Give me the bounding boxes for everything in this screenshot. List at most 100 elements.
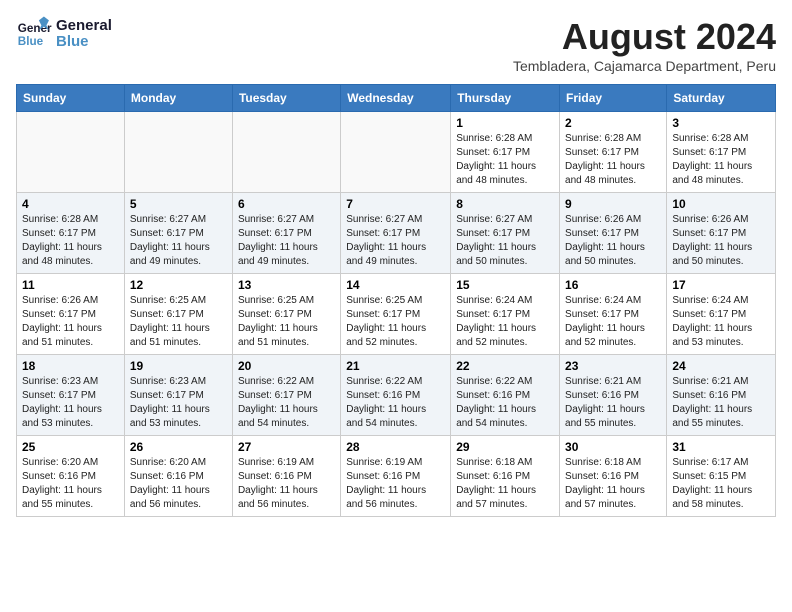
day-number: 27 <box>238 440 335 454</box>
day-info: Sunrise: 6:21 AM Sunset: 6:16 PM Dayligh… <box>565 375 661 431</box>
day-info: Sunrise: 6:23 AM Sunset: 6:17 PM Dayligh… <box>22 375 119 431</box>
day-number: 25 <box>22 440 119 454</box>
main-title: August 2024 <box>513 16 776 58</box>
calendar-table: SundayMondayTuesdayWednesdayThursdayFrid… <box>16 84 776 517</box>
title-area: August 2024 Tembladera, Cajamarca Depart… <box>513 16 776 74</box>
day-info: Sunrise: 6:25 AM Sunset: 6:17 PM Dayligh… <box>238 294 335 350</box>
calendar-cell: 18 Sunrise: 6:23 AM Sunset: 6:17 PM Dayli… <box>17 355 125 436</box>
calendar-cell: 29Sunrise: 6:18 AM Sunset: 6:16 PM Dayli… <box>451 436 560 517</box>
calendar-cell: 5Sunrise: 6:27 AM Sunset: 6:17 PM Daylig… <box>124 193 232 274</box>
day-info: Sunrise: 6:17 AM Sunset: 6:15 PM Dayligh… <box>672 456 770 512</box>
calendar-cell: 2 Sunrise: 6:28 AM Sunset: 6:17 PM Daylig… <box>560 112 667 193</box>
logo: General Blue General Blue <box>16 16 112 52</box>
day-number: 11 <box>22 278 119 292</box>
day-info: Sunrise: 6:22 AM Sunset: 6:16 PM Dayligh… <box>346 375 445 431</box>
column-header-friday: Friday <box>560 85 667 112</box>
calendar-cell: 27 Sunrise: 6:19 AM Sunset: 6:16 PM Dayli… <box>232 436 340 517</box>
calendar-week-row: 11 Sunrise: 6:26 AM Sunset: 6:17 PM Dayli… <box>17 274 776 355</box>
day-info: Sunrise: 6:22 AM Sunset: 6:17 PM Dayligh… <box>238 375 335 431</box>
calendar-cell: 4Sunrise: 6:28 AM Sunset: 6:17 PM Daylig… <box>17 193 125 274</box>
day-number: 24 <box>672 359 770 373</box>
calendar-cell: 20Sunrise: 6:22 AM Sunset: 6:17 PM Dayli… <box>232 355 340 436</box>
day-number: 4 <box>22 197 119 211</box>
day-number: 12 <box>130 278 227 292</box>
day-number: 21 <box>346 359 445 373</box>
day-number: 23 <box>565 359 661 373</box>
svg-text:Blue: Blue <box>18 35 44 48</box>
calendar-cell: 23 Sunrise: 6:21 AM Sunset: 6:16 PM Dayli… <box>560 355 667 436</box>
day-number: 29 <box>456 440 554 454</box>
day-number: 28 <box>346 440 445 454</box>
day-info: Sunrise: 6:28 AM Sunset: 6:17 PM Dayligh… <box>565 132 661 188</box>
calendar-cell: 24 Sunrise: 6:21 AM Sunset: 6:16 PM Dayli… <box>667 355 776 436</box>
day-number: 19 <box>130 359 227 373</box>
day-info: Sunrise: 6:24 AM Sunset: 6:17 PM Dayligh… <box>456 294 554 350</box>
calendar-cell: 14Sunrise: 6:25 AM Sunset: 6:17 PM Dayli… <box>341 274 451 355</box>
subtitle: Tembladera, Cajamarca Department, Peru <box>513 58 776 74</box>
column-header-tuesday: Tuesday <box>232 85 340 112</box>
day-number: 30 <box>565 440 661 454</box>
day-number: 8 <box>456 197 554 211</box>
calendar-cell: 26 Sunrise: 6:20 AM Sunset: 6:16 PM Dayli… <box>124 436 232 517</box>
day-number: 31 <box>672 440 770 454</box>
day-number: 18 <box>22 359 119 373</box>
day-info: Sunrise: 6:19 AM Sunset: 6:16 PM Dayligh… <box>238 456 335 512</box>
day-info: Sunrise: 6:28 AM Sunset: 6:17 PM Dayligh… <box>672 132 770 188</box>
day-info: Sunrise: 6:20 AM Sunset: 6:16 PM Dayligh… <box>22 456 119 512</box>
day-number: 17 <box>672 278 770 292</box>
calendar-cell: 19 Sunrise: 6:23 AM Sunset: 6:17 PM Dayli… <box>124 355 232 436</box>
calendar-cell: 15 Sunrise: 6:24 AM Sunset: 6:17 PM Dayli… <box>451 274 560 355</box>
day-info: Sunrise: 6:24 AM Sunset: 6:17 PM Dayligh… <box>565 294 661 350</box>
calendar-cell: 10Sunrise: 6:26 AM Sunset: 6:17 PM Dayli… <box>667 193 776 274</box>
calendar-week-row: 18 Sunrise: 6:23 AM Sunset: 6:17 PM Dayli… <box>17 355 776 436</box>
calendar-week-row: 1 Sunrise: 6:28 AM Sunset: 6:17 PM Daylig… <box>17 112 776 193</box>
calendar-week-row: 4Sunrise: 6:28 AM Sunset: 6:17 PM Daylig… <box>17 193 776 274</box>
day-number: 6 <box>238 197 335 211</box>
day-number: 2 <box>565 116 661 130</box>
calendar-cell: 1 Sunrise: 6:28 AM Sunset: 6:17 PM Daylig… <box>451 112 560 193</box>
calendar-cell: 13 Sunrise: 6:25 AM Sunset: 6:17 PM Dayli… <box>232 274 340 355</box>
day-number: 22 <box>456 359 554 373</box>
header: General Blue General Blue August 2024 Te… <box>16 16 776 74</box>
calendar-cell <box>341 112 451 193</box>
day-info: Sunrise: 6:19 AM Sunset: 6:16 PM Dayligh… <box>346 456 445 512</box>
day-info: Sunrise: 6:26 AM Sunset: 6:17 PM Dayligh… <box>22 294 119 350</box>
day-number: 16 <box>565 278 661 292</box>
day-number: 9 <box>565 197 661 211</box>
day-info: Sunrise: 6:22 AM Sunset: 6:16 PM Dayligh… <box>456 375 554 431</box>
day-info: Sunrise: 6:27 AM Sunset: 6:17 PM Dayligh… <box>130 213 227 269</box>
day-info: Sunrise: 6:20 AM Sunset: 6:16 PM Dayligh… <box>130 456 227 512</box>
calendar-cell <box>232 112 340 193</box>
calendar-cell: 11 Sunrise: 6:26 AM Sunset: 6:17 PM Dayli… <box>17 274 125 355</box>
day-info: Sunrise: 6:23 AM Sunset: 6:17 PM Dayligh… <box>130 375 227 431</box>
day-info: Sunrise: 6:27 AM Sunset: 6:17 PM Dayligh… <box>456 213 554 269</box>
day-number: 10 <box>672 197 770 211</box>
logo-line1: General <box>56 18 112 35</box>
calendar-cell: 21 Sunrise: 6:22 AM Sunset: 6:16 PM Dayli… <box>341 355 451 436</box>
day-info: Sunrise: 6:27 AM Sunset: 6:17 PM Dayligh… <box>346 213 445 269</box>
column-header-monday: Monday <box>124 85 232 112</box>
day-info: Sunrise: 6:18 AM Sunset: 6:16 PM Dayligh… <box>565 456 661 512</box>
calendar-cell: 22 Sunrise: 6:22 AM Sunset: 6:16 PM Dayli… <box>451 355 560 436</box>
day-info: Sunrise: 6:28 AM Sunset: 6:17 PM Dayligh… <box>456 132 554 188</box>
day-number: 1 <box>456 116 554 130</box>
day-number: 13 <box>238 278 335 292</box>
calendar-cell: 31 Sunrise: 6:17 AM Sunset: 6:15 PM Dayli… <box>667 436 776 517</box>
day-number: 26 <box>130 440 227 454</box>
calendar-cell: 7 Sunrise: 6:27 AM Sunset: 6:17 PM Daylig… <box>341 193 451 274</box>
calendar-cell: 3Sunrise: 6:28 AM Sunset: 6:17 PM Daylig… <box>667 112 776 193</box>
column-header-saturday: Saturday <box>667 85 776 112</box>
day-info: Sunrise: 6:26 AM Sunset: 6:17 PM Dayligh… <box>565 213 661 269</box>
calendar-cell: 17 Sunrise: 6:24 AM Sunset: 6:17 PM Dayli… <box>667 274 776 355</box>
day-info: Sunrise: 6:24 AM Sunset: 6:17 PM Dayligh… <box>672 294 770 350</box>
day-info: Sunrise: 6:21 AM Sunset: 6:16 PM Dayligh… <box>672 375 770 431</box>
calendar-cell: 16 Sunrise: 6:24 AM Sunset: 6:17 PM Dayli… <box>560 274 667 355</box>
calendar-cell: 6Sunrise: 6:27 AM Sunset: 6:17 PM Daylig… <box>232 193 340 274</box>
calendar-cell <box>17 112 125 193</box>
day-number: 7 <box>346 197 445 211</box>
logo-line2: Blue <box>56 34 112 51</box>
day-info: Sunrise: 6:25 AM Sunset: 6:17 PM Dayligh… <box>346 294 445 350</box>
calendar-cell: 9 Sunrise: 6:26 AM Sunset: 6:17 PM Daylig… <box>560 193 667 274</box>
calendar-week-row: 25 Sunrise: 6:20 AM Sunset: 6:16 PM Dayli… <box>17 436 776 517</box>
day-number: 15 <box>456 278 554 292</box>
